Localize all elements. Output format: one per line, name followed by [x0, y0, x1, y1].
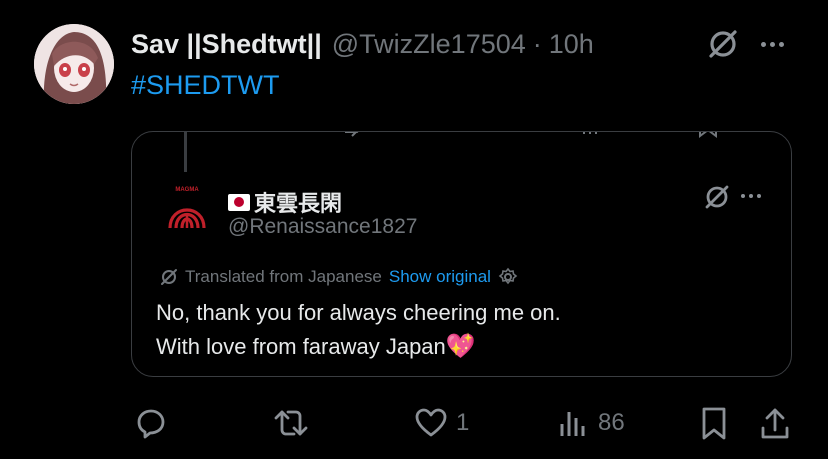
like-icon: [415, 408, 447, 437]
show-original-link[interactable]: Show original: [389, 267, 491, 287]
partial-action-bar: 1 6: [132, 132, 791, 148]
views-icon: [560, 412, 585, 436]
quoted-display-name: 東雲長閑: [254, 191, 343, 216]
translated-label: Translated from Japanese: [185, 267, 382, 286]
reply-button[interactable]: [133, 406, 175, 440]
like-count: 1: [456, 409, 470, 436]
bookmark-button[interactable]: [699, 406, 729, 442]
quoted-author-name[interactable]: 東雲長閑: [228, 186, 342, 218]
author-display-name[interactable]: Sav ||Shedtwt||: [131, 29, 322, 60]
retweet-icon: [274, 410, 308, 436]
author-avatar[interactable]: [34, 24, 114, 104]
more-options-icon[interactable]: [761, 42, 784, 47]
author-handle[interactable]: @TwizZle17504: [332, 29, 526, 60]
tweet-timestamp[interactable]: 10h: [549, 29, 594, 60]
share-icon: [761, 408, 789, 439]
sparkling-heart-emoji: 💖: [445, 333, 476, 360]
reply-icon: [137, 409, 165, 439]
tweet-hashtag-link[interactable]: #SHEDTWT: [131, 70, 280, 101]
partial-views-count: 6: [612, 132, 621, 134]
svg-text:MAGMA: MAGMA: [175, 187, 199, 193]
settings-icon[interactable]: [498, 267, 518, 287]
translation-notice: Translated from Japanese Show original: [160, 267, 518, 287]
quoted-tweet-card[interactable]: 1 6 MAGMA 東雲長閑 @Renaissance1827 Translat…: [131, 131, 792, 377]
share-button[interactable]: [759, 406, 791, 442]
quoted-author-avatar[interactable]: MAGMA: [162, 184, 212, 234]
quoted-grok-icon[interactable]: [703, 183, 731, 211]
quoted-text-line-1: No, thank you for always cheering me on.: [156, 300, 561, 325]
quoted-text-line-2: With love from faraway Japan: [156, 334, 446, 359]
separator-dot: ·: [532, 28, 542, 59]
quoted-more-options-icon[interactable]: [741, 194, 761, 198]
translate-grok-icon: [161, 269, 177, 285]
quoted-author-handle[interactable]: @Renaissance1827: [228, 215, 417, 239]
tweet-header: Sav ||Shedtwt|| @TwizZle17504 · 10h: [131, 26, 594, 62]
grok-icon[interactable]: [706, 27, 740, 61]
quoted-tweet-text: No, thank you for always cheering me on.…: [156, 296, 561, 364]
like-button[interactable]: 1: [414, 406, 469, 440]
thread-line: [184, 132, 187, 172]
bookmark-icon: [702, 407, 726, 440]
japan-flag-icon: [228, 193, 250, 211]
retweet-button[interactable]: [273, 406, 317, 440]
partial-reply-count: 1: [260, 132, 269, 134]
views-button[interactable]: 86: [558, 406, 625, 440]
views-count: 86: [598, 409, 625, 436]
tweet-action-bar: 1 86: [0, 400, 828, 450]
